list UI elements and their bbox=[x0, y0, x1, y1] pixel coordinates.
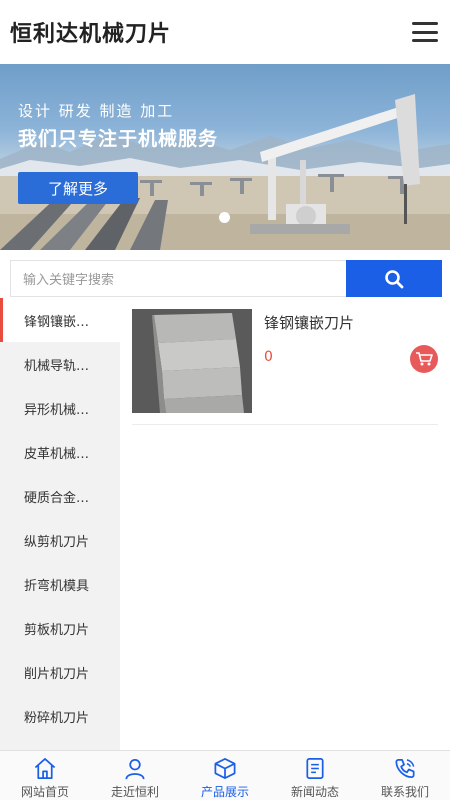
product-card[interactable]: 锋钢镶嵌刀片 0 bbox=[132, 309, 438, 425]
nav-tab-label: 新闻动态 bbox=[290, 785, 339, 799]
hero-banner[interactable]: 设计 研发 制造 加工 我们只专注于机械服务 了解更多 bbox=[0, 64, 450, 250]
search-icon bbox=[385, 269, 404, 288]
banner-slogan: 我们只专注于机械服务 bbox=[18, 128, 219, 150]
nav-tab-products[interactable]: 产品展示 bbox=[180, 751, 270, 800]
banner-tagline: 设计 研发 制造 加工 bbox=[18, 102, 175, 120]
nav-tab-label: 走近恒利 bbox=[110, 785, 159, 799]
nav-tab-home[interactable]: 网站首页 bbox=[0, 751, 90, 800]
site-title: 恒利达机械刀片 bbox=[10, 22, 172, 47]
product-name[interactable]: 锋钢镶嵌刀片 bbox=[264, 312, 354, 333]
news-icon bbox=[306, 758, 324, 779]
search-button[interactable] bbox=[346, 260, 442, 297]
cart-icon bbox=[416, 352, 433, 366]
nav-tab-contact[interactable]: 联系我们 bbox=[360, 751, 450, 800]
nav-tab-about[interactable]: 走近恒利 bbox=[90, 751, 180, 800]
category-item[interactable]: 异形机械… bbox=[0, 386, 120, 430]
user-icon bbox=[125, 758, 145, 780]
category-item[interactable]: 皮革机械… bbox=[0, 430, 120, 474]
nav-tab-label: 联系我们 bbox=[380, 785, 429, 799]
product-image[interactable] bbox=[132, 309, 252, 413]
category-item[interactable]: 硬质合金… bbox=[0, 474, 120, 518]
category-item[interactable]: 纵剪机刀片 bbox=[0, 518, 120, 562]
add-to-cart-button[interactable] bbox=[410, 345, 438, 373]
nav-tab-label: 产品展示 bbox=[200, 785, 249, 799]
learn-more-button[interactable]: 了解更多 bbox=[18, 172, 138, 204]
hamburger-menu-icon[interactable] bbox=[412, 22, 438, 42]
bottom-navigation: 网站首页 走近恒利 产品展示 新闻动态 联系我们 bbox=[0, 750, 450, 800]
category-item[interactable]: 削片机刀片 bbox=[0, 650, 120, 694]
category-item[interactable]: 锋钢镶嵌… bbox=[0, 298, 120, 342]
category-item[interactable]: 剪板机刀片 bbox=[0, 606, 120, 650]
nav-tab-label: 网站首页 bbox=[20, 785, 69, 799]
nav-tab-news[interactable]: 新闻动态 bbox=[270, 751, 360, 800]
category-item[interactable]: 折弯机模具 bbox=[0, 562, 120, 606]
phone-icon bbox=[395, 758, 415, 779]
box-icon bbox=[214, 758, 236, 779]
category-item[interactable]: 机械导轨… bbox=[0, 342, 120, 386]
product-price: 0 bbox=[264, 349, 273, 365]
category-sidebar: 锋钢镶嵌… 机械导轨… 异形机械… 皮革机械… 硬质合金… 纵剪机刀片 折弯机模… bbox=[0, 298, 120, 750]
home-icon bbox=[34, 758, 56, 779]
search-bar: 输入关键字搜索 bbox=[10, 260, 442, 297]
carousel-indicator-dot[interactable] bbox=[219, 212, 230, 223]
search-input[interactable]: 输入关键字搜索 bbox=[10, 260, 346, 297]
category-item[interactable]: 粉碎机刀片 bbox=[0, 694, 120, 738]
app-header: 恒利达机械刀片 bbox=[0, 0, 450, 64]
